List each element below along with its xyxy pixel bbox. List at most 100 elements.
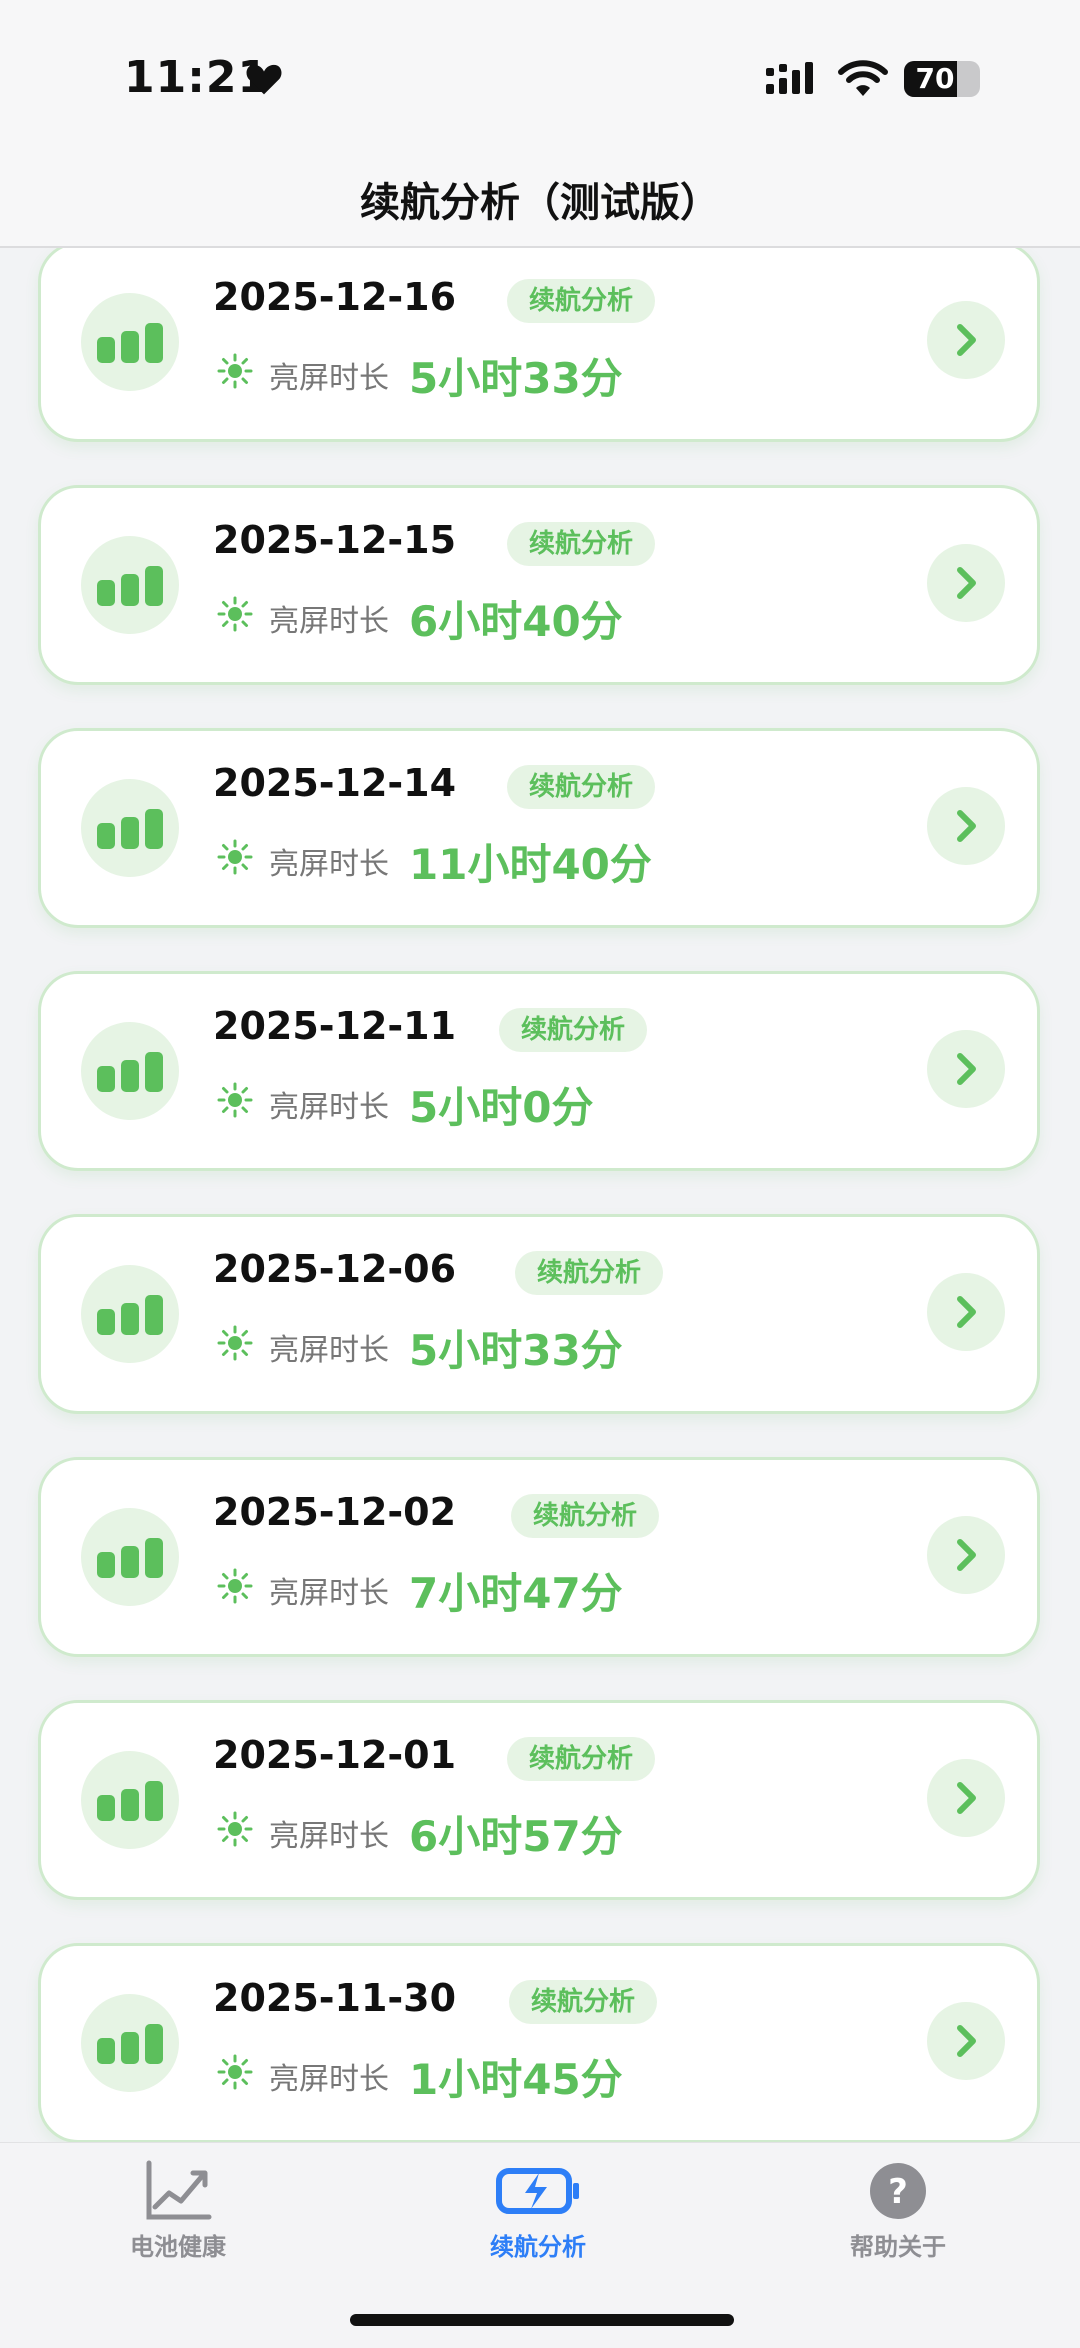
- screen-time-label: 亮屏时长: [269, 847, 389, 882]
- sun-icon: [217, 2054, 253, 2090]
- bar-chart-icon: [81, 1994, 179, 2092]
- sun-icon: [217, 353, 253, 389]
- battery-charging-icon: [496, 2168, 579, 2214]
- analysis-tag: 续航分析: [515, 1251, 664, 1295]
- detail-button[interactable]: [927, 301, 1005, 379]
- bar: [121, 331, 139, 363]
- bar: [97, 580, 115, 606]
- bar: [145, 1052, 163, 1092]
- bar: [145, 1781, 163, 1821]
- tab-help-about[interactable]: ? 帮助关于: [798, 2159, 998, 2279]
- screen-time-value: 6小时40分: [409, 597, 623, 646]
- bar: [121, 817, 139, 849]
- battery-icon: 70: [904, 61, 980, 97]
- tab-endurance-analysis[interactable]: 续航分析: [438, 2159, 638, 2279]
- wifi-icon: [838, 60, 888, 96]
- battery-level: 70: [915, 62, 955, 95]
- list-item[interactable]: 2025-12-16 续航分析 亮屏时长 5小时33分: [38, 248, 1040, 442]
- tab-label: 续航分析: [490, 2233, 586, 2261]
- detail-button[interactable]: [927, 1516, 1005, 1594]
- screen-time-value: 5小时0分: [409, 1083, 594, 1132]
- bar: [121, 1546, 139, 1578]
- list-item[interactable]: 2025-12-02 续航分析 亮屏时长 7小时47分: [38, 1457, 1040, 1657]
- bar: [145, 809, 163, 849]
- analysis-tag: 续航分析: [507, 279, 656, 323]
- bar: [121, 574, 139, 606]
- chevron-right-icon: [957, 810, 976, 842]
- bar-chart-icon: [81, 536, 179, 634]
- chevron-right-icon: [957, 1782, 976, 1814]
- bar: [121, 1060, 139, 1092]
- screen-time-value: 5小时33分: [409, 1326, 623, 1375]
- sun-icon: [217, 1568, 253, 1604]
- detail-button[interactable]: [927, 787, 1005, 865]
- bar: [97, 2038, 115, 2064]
- item-date: 2025-11-30: [213, 1976, 457, 2020]
- item-date: 2025-12-16: [213, 275, 457, 319]
- help-icon: ?: [870, 2163, 926, 2219]
- screen-time-label: 亮屏时长: [269, 1819, 389, 1854]
- list-item[interactable]: 2025-12-14 续航分析 亮屏时长 11小时40分: [38, 728, 1040, 928]
- chevron-right-icon: [957, 324, 976, 356]
- cellular-signal-icon: [766, 62, 813, 94]
- list-item[interactable]: 2025-12-15 续航分析亮屏时长 6小时40分: [38, 485, 1040, 685]
- bar: [97, 1552, 115, 1578]
- item-date: 2025-12-11: [213, 1004, 457, 1048]
- chevron-right-icon: [957, 1539, 976, 1571]
- analysis-list[interactable]: 2025-12-16 续航分析 亮屏时长 5小时33分 2025-12-15 续航分析 亮屏…: [0, 248, 1080, 2142]
- bar: [97, 1795, 115, 1821]
- screen-time-label: 亮屏时长: [269, 1576, 389, 1611]
- bar-chart-icon: [81, 1751, 179, 1849]
- detail-button[interactable]: [927, 1273, 1005, 1351]
- tab-battery-health[interactable]: 电池健康: [78, 2159, 278, 2279]
- chevron-right-icon: [957, 1296, 976, 1328]
- list-item[interactable]: 2025-12-11 续航分析亮屏时长 5小时0分: [38, 971, 1040, 1171]
- bar: [97, 1309, 115, 1335]
- bar: [97, 337, 115, 363]
- bar-chart-icon: [81, 1508, 179, 1606]
- chevron-right-icon: [957, 2025, 976, 2057]
- sun-icon: [217, 596, 253, 632]
- bar: [121, 2032, 139, 2064]
- screen-time-label: 亮屏时长: [269, 361, 389, 396]
- sun-icon: [217, 1325, 253, 1361]
- chart-icon: [146, 2160, 212, 2220]
- bar: [121, 1303, 139, 1335]
- sun-icon: [217, 1811, 253, 1847]
- heart-icon: [246, 64, 282, 95]
- navigation-header: 续航分析（测试版）: [0, 150, 1080, 248]
- bar: [145, 2024, 163, 2064]
- screen-time-value: 11小时40分: [409, 840, 652, 889]
- detail-button[interactable]: [927, 1759, 1005, 1837]
- bar: [121, 1789, 139, 1821]
- detail-button[interactable]: [927, 1030, 1005, 1108]
- detail-button[interactable]: [927, 2002, 1005, 2080]
- list-item[interactable]: 2025-11-30 续航分析 亮屏时长 1小时45分: [38, 1943, 1040, 2142]
- bar-chart-icon: [81, 779, 179, 877]
- sun-icon: [217, 839, 253, 875]
- item-date: 2025-12-01: [213, 1733, 457, 1777]
- bar: [97, 1066, 115, 1092]
- list-item[interactable]: 2025-12-01 续航分析 亮屏时长 6小时57分: [38, 1700, 1040, 1900]
- home-indicator: [350, 2314, 734, 2326]
- screen-time-label: 亮屏时长: [269, 1090, 389, 1125]
- analysis-tag: 续航分析: [509, 1980, 658, 2024]
- page-title: 续航分析（测试版）: [360, 180, 720, 226]
- screen-time-label: 亮屏时长: [269, 604, 389, 639]
- bar: [145, 1538, 163, 1578]
- status-bar: 11:21 70: [0, 0, 1080, 150]
- list-item[interactable]: 2025-12-06 续航分析 亮屏时长 5小时33分: [38, 1214, 1040, 1414]
- bar-chart-icon: [81, 1265, 179, 1363]
- chevron-right-icon: [957, 1053, 976, 1085]
- item-date: 2025-12-02: [213, 1490, 457, 1534]
- chevron-right-icon: [957, 567, 976, 599]
- bar: [145, 566, 163, 606]
- tab-label: 电池健康: [130, 2233, 226, 2261]
- detail-button[interactable]: [927, 544, 1005, 622]
- analysis-tag: 续航分析: [499, 1008, 648, 1052]
- analysis-tag: 续航分析: [507, 522, 656, 566]
- item-date: 2025-12-15: [213, 518, 457, 562]
- item-date: 2025-12-14: [213, 761, 457, 805]
- bar: [145, 323, 163, 363]
- svg-text:?: ?: [888, 2172, 908, 2212]
